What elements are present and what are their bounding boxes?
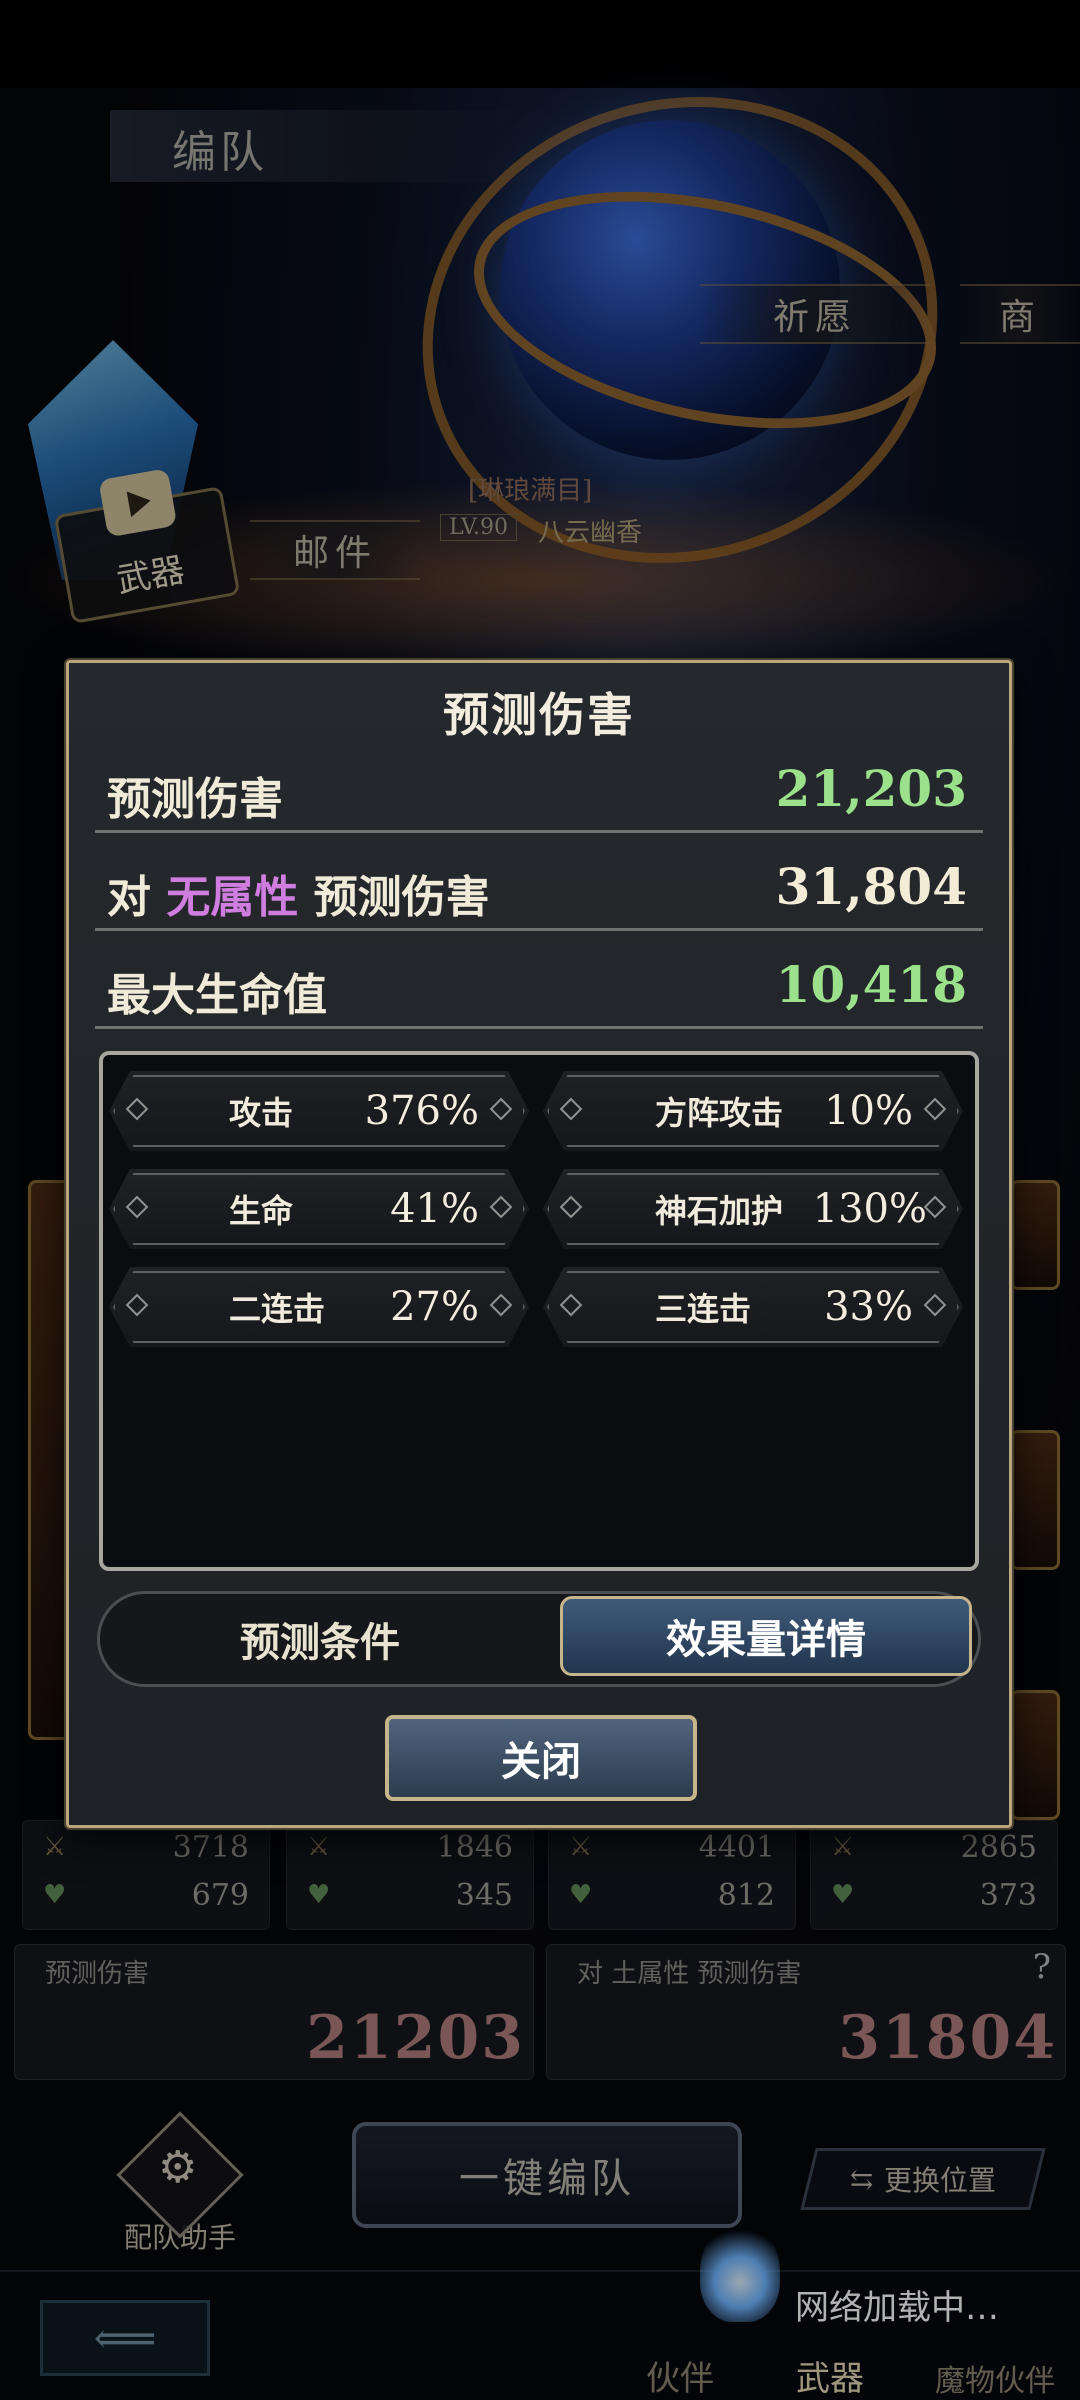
stat-chip: 神石加护 130% <box>543 1169 963 1249</box>
close-button-label: 关闭 <box>501 1739 581 1785</box>
stat-value: 130% <box>812 1186 927 1232</box>
stat-chip: 生命 41% <box>109 1169 529 1249</box>
diamond-ornament <box>489 1195 513 1219</box>
stat-chip: 攻击 376% <box>109 1071 529 1151</box>
stat-chip: 二连击 27% <box>109 1267 529 1347</box>
diamond-ornament <box>559 1097 583 1121</box>
max-hp-value: 10,418 <box>775 955 967 1014</box>
diamond-ornament <box>125 1293 149 1317</box>
stat-value: 33% <box>824 1284 913 1330</box>
element-damage-row: 对 无属性 预测伤害 31,804 <box>95 841 983 931</box>
predicted-damage-value: 21,203 <box>775 759 967 818</box>
effect-detail-box: 攻击 376% 方阵攻击 10% 生命 41% 神石加护 130% 二连击 27… <box>99 1051 979 1571</box>
row-label: 预测伤害 <box>107 774 283 825</box>
diamond-ornament <box>923 1293 947 1317</box>
diamond-ornament <box>125 1195 149 1219</box>
tab-effect-details-label: 效果量详情 <box>666 1617 866 1663</box>
stat-label: 方阵攻击 <box>655 1094 784 1132</box>
stat-value: 376% <box>364 1088 479 1134</box>
diamond-ornament <box>489 1293 513 1317</box>
element-attribute: 无属性 <box>166 872 299 923</box>
diamond-ornament <box>489 1097 513 1121</box>
diamond-ornament <box>125 1097 149 1121</box>
row-label-prefix: 对 <box>107 872 151 923</box>
stat-value: 41% <box>390 1186 479 1232</box>
stat-label: 生命 <box>229 1192 294 1230</box>
stat-label: 神石加护 <box>655 1192 784 1230</box>
stat-label: 三连击 <box>655 1290 752 1328</box>
stat-value: 27% <box>390 1284 479 1330</box>
row-label: 对 无属性 预测伤害 <box>107 861 490 925</box>
predicted-damage-dialog: 预测伤害 预测伤害 21,203 对 无属性 预测伤害 31,804 最大生命值… <box>66 660 1012 1828</box>
dialog-title: 预测伤害 <box>443 688 635 742</box>
dialog-tab-switch: 预测条件 效果量详情 <box>97 1591 981 1687</box>
diamond-ornament <box>559 1195 583 1219</box>
tab-effect-details[interactable]: 效果量详情 <box>560 1596 972 1676</box>
tab-prediction-conditions[interactable]: 预测条件 <box>100 1594 540 1684</box>
close-button[interactable]: 关闭 <box>385 1715 697 1801</box>
row-label: 最大生命值 <box>107 970 327 1021</box>
stat-label: 二连击 <box>229 1290 326 1328</box>
stat-chip: 三连击 33% <box>543 1267 963 1347</box>
tab-prediction-conditions-label: 预测条件 <box>240 1620 400 1666</box>
diamond-ornament <box>923 1195 947 1219</box>
predicted-damage-row: 预测伤害 21,203 <box>95 743 983 833</box>
max-hp-row: 最大生命值 10,418 <box>95 939 983 1029</box>
stat-value: 10% <box>824 1088 913 1134</box>
row-label-suffix: 预测伤害 <box>313 872 490 923</box>
diamond-ornament <box>559 1293 583 1317</box>
stat-label: 攻击 <box>229 1094 294 1132</box>
diamond-ornament <box>923 1097 947 1121</box>
stat-chip: 方阵攻击 10% <box>543 1071 963 1151</box>
element-damage-value: 31,804 <box>775 857 967 916</box>
